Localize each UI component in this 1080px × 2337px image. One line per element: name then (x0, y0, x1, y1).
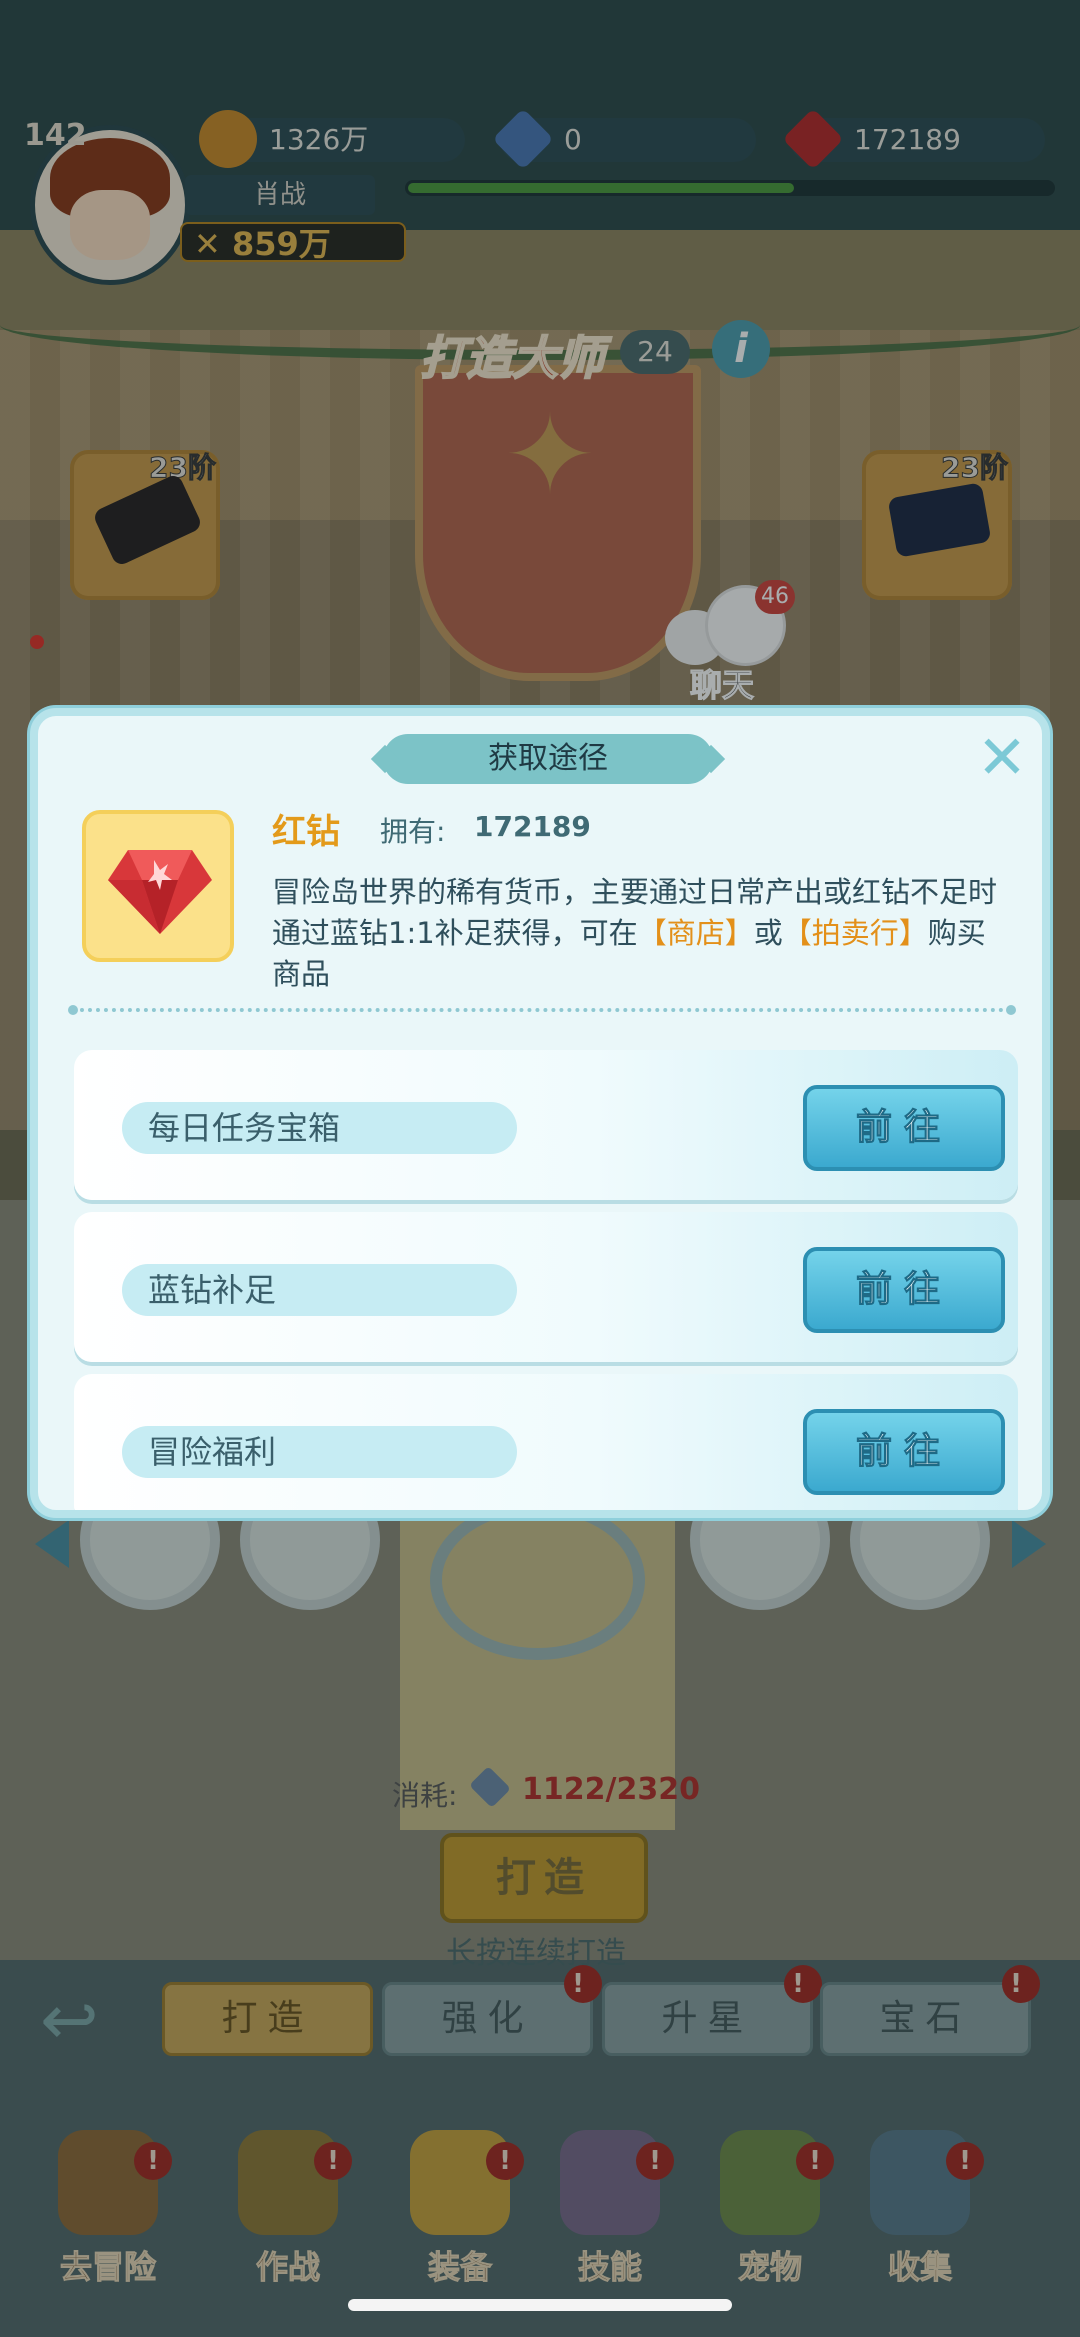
route-row: 每日任务宝箱 前往 (74, 1050, 1018, 1200)
auction-link[interactable]: 【拍卖行】 (783, 916, 928, 950)
item-card (82, 810, 234, 962)
item-description: 冒险岛世界的稀有货币，主要通过日常产出或红钻不足时通过蓝钻1:1补足获得，可在【… (272, 875, 998, 991)
route-row: 冒险福利 前往 (74, 1374, 1018, 1510)
owned-label: 拥有: (380, 815, 446, 848)
go-button[interactable]: 前往 (803, 1247, 1005, 1333)
route-label: 冒险福利 (148, 1433, 277, 1471)
route-label: 每日任务宝箱 (148, 1109, 341, 1147)
red-diamond-icon (108, 850, 212, 934)
close-icon[interactable]: ✕ (974, 728, 1030, 788)
route-row: 蓝钻补足 前往 (74, 1212, 1018, 1362)
go-button[interactable]: 前往 (803, 1085, 1005, 1171)
go-button[interactable]: 前往 (803, 1409, 1005, 1495)
item-name: 红钻 (272, 812, 340, 852)
divider (68, 1005, 1016, 1015)
owned-value: 172189 (474, 810, 591, 843)
acquisition-dialog: 获取途径 ✕ 红钻 拥有: 172189 冒险岛世界的稀有货币，主要通过日常产出… (30, 708, 1050, 1518)
route-label: 蓝钻补足 (148, 1271, 277, 1309)
home-indicator[interactable] (348, 2299, 732, 2311)
dialog-title: 获取途径 (383, 734, 713, 784)
shop-link[interactable]: 【商店】 (638, 916, 754, 950)
